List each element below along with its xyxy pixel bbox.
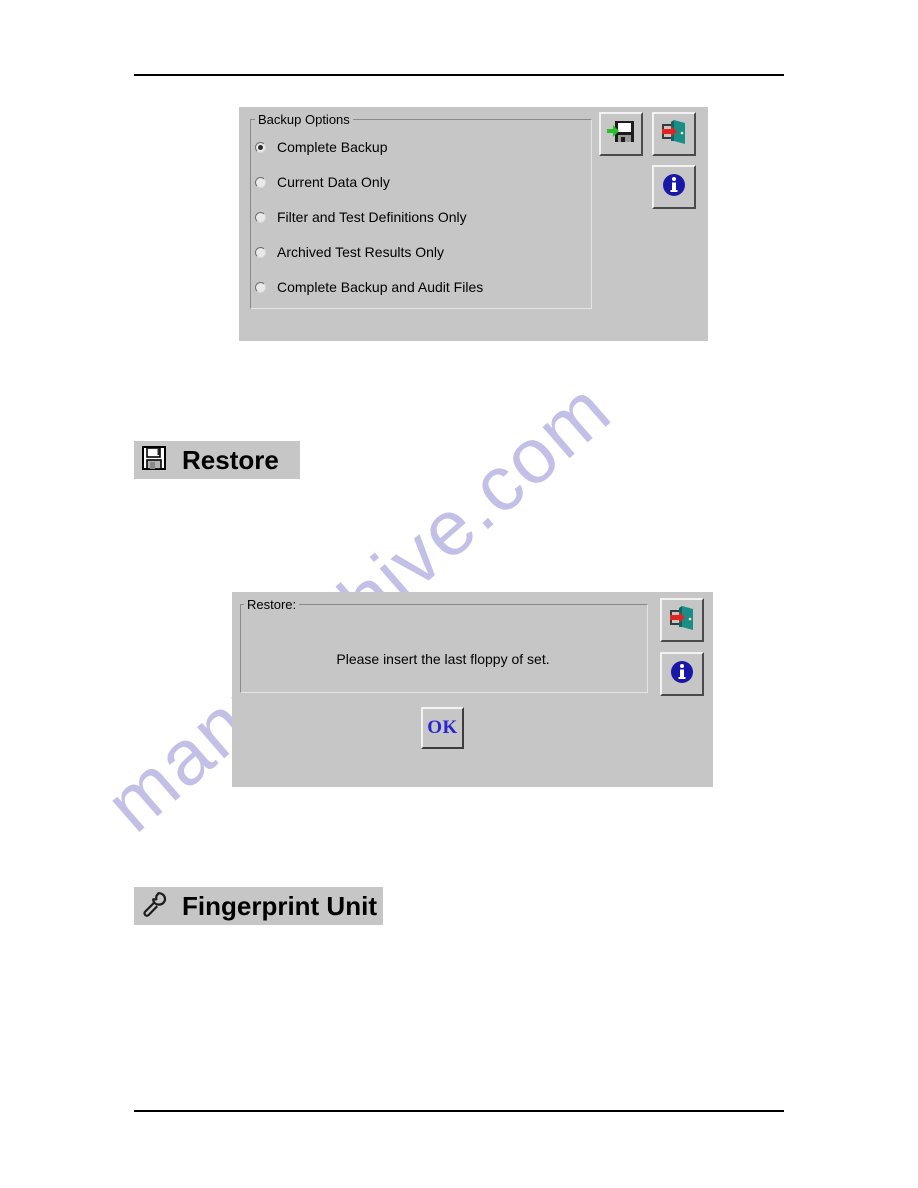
fingerprint-banner-label: Fingerprint Unit — [182, 890, 377, 921]
radio-label: Complete Backup and Audit Files — [277, 279, 484, 295]
radio-option-complete-backup-and-audit-files[interactable]: Complete Backup and Audit Files — [255, 278, 483, 296]
save-button[interactable] — [599, 112, 643, 156]
radio-label: Current Data Only — [277, 174, 390, 190]
restore-section-banner: Restore — [134, 441, 300, 479]
radio-indicator[interactable] — [255, 141, 266, 153]
restore-dialog: Restore: Please insert the last floppy o… — [232, 592, 713, 787]
header-rule — [134, 74, 784, 76]
exit-door-icon — [660, 119, 688, 150]
radio-option-current-data-only[interactable]: Current Data Only — [255, 173, 390, 191]
exit-door-icon — [668, 605, 696, 636]
backup-options-dialog: Backup Options Complete Backup Current D… — [239, 107, 708, 341]
ok-button[interactable]: OK — [421, 707, 464, 749]
backup-options-group-title: Backup Options — [255, 113, 353, 126]
radio-option-archived-test-results-only[interactable]: Archived Test Results Only — [255, 243, 444, 261]
save-floppy-icon — [607, 119, 635, 150]
radio-indicator[interactable] — [255, 176, 266, 188]
info-icon — [668, 658, 696, 691]
exit-button[interactable] — [660, 598, 704, 642]
radio-option-filter-and-test-definitions-only[interactable]: Filter and Test Definitions Only — [255, 208, 467, 226]
radio-label: Archived Test Results Only — [277, 244, 445, 260]
floppy-disk-icon — [140, 444, 168, 477]
wrench-icon — [140, 890, 168, 923]
fingerprint-section-banner: Fingerprint Unit — [134, 887, 383, 925]
restore-message-text: Please insert the last floppy of set. — [336, 651, 550, 667]
info-button[interactable] — [652, 165, 696, 209]
radio-indicator[interactable] — [255, 281, 266, 293]
footer-rule — [134, 1110, 784, 1112]
radio-option-complete-backup[interactable]: Complete Backup — [255, 138, 388, 156]
radio-label: Filter and Test Definitions Only — [277, 209, 467, 225]
radio-indicator[interactable] — [255, 246, 266, 258]
info-icon — [660, 171, 688, 204]
radio-indicator[interactable] — [255, 211, 266, 223]
restore-message-groupbox — [240, 604, 648, 693]
restore-group-title: Restore: — [244, 598, 300, 611]
radio-label: Complete Backup — [277, 139, 388, 155]
info-button[interactable] — [660, 652, 704, 696]
exit-button[interactable] — [652, 112, 696, 156]
restore-banner-label: Restore — [182, 444, 279, 475]
